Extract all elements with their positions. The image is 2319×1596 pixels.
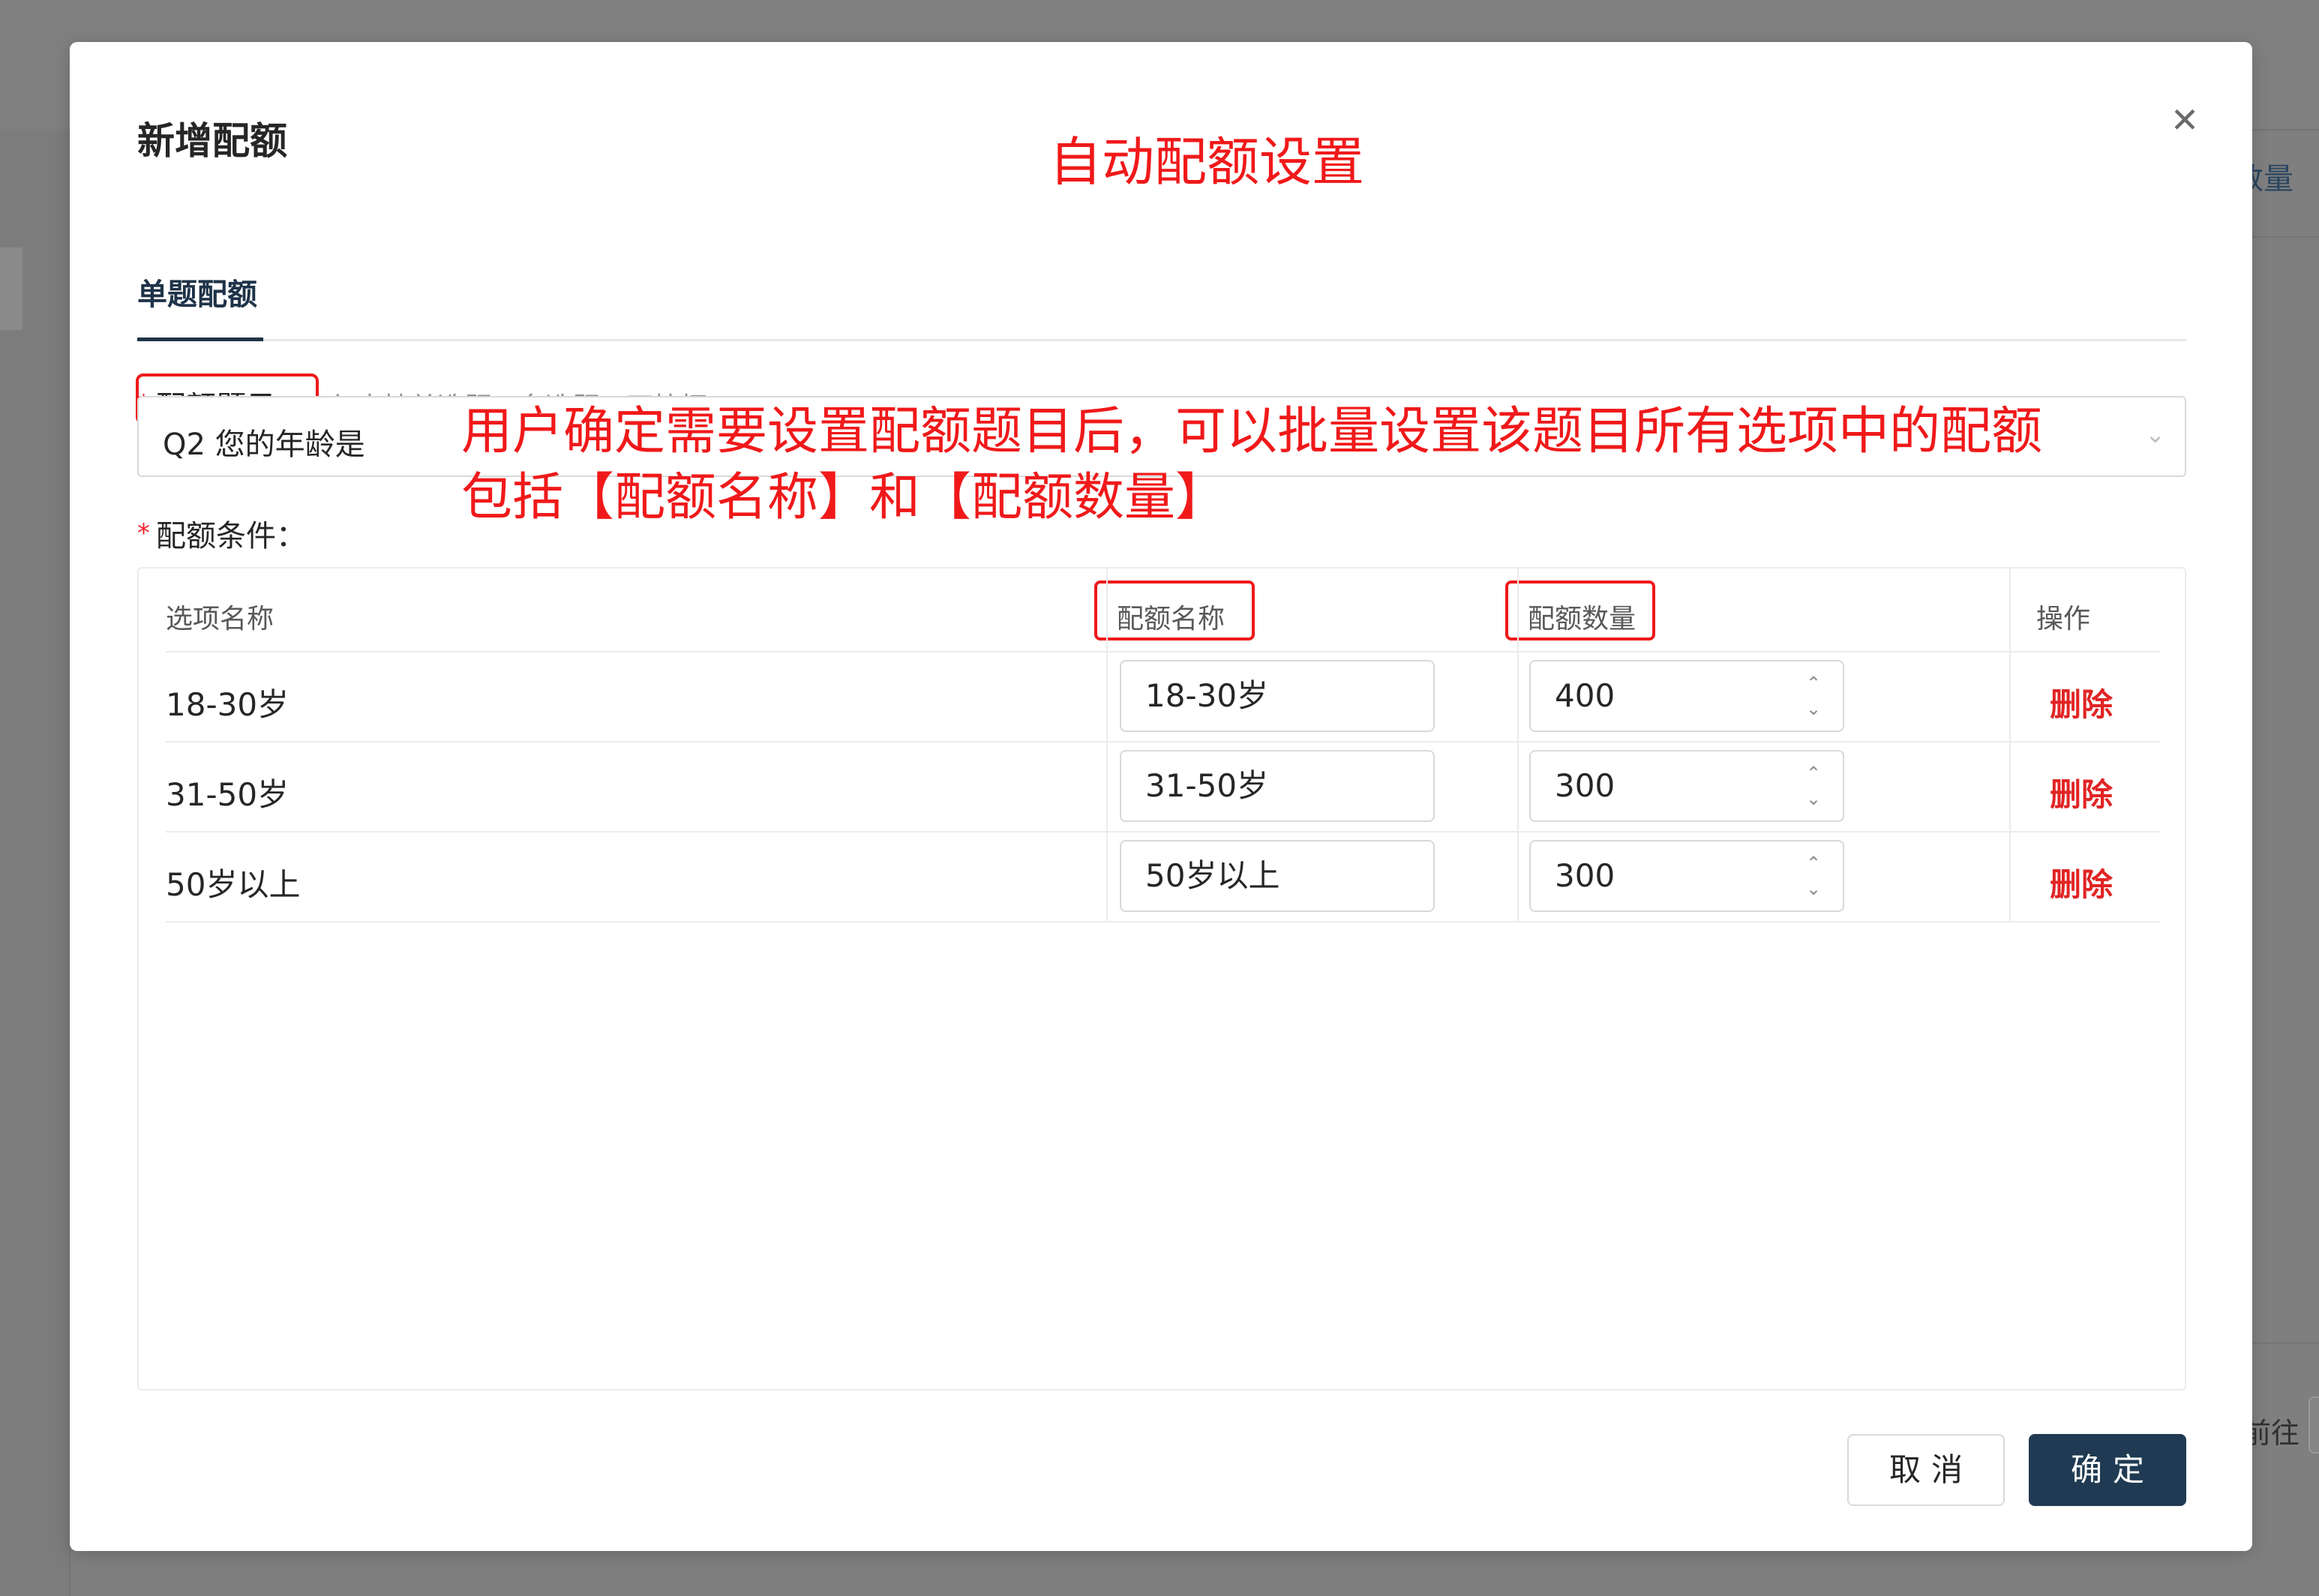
column-header-option-name: 选项名称 [166, 604, 274, 634]
stepper-controls: ⌃ ⌄ [1802, 672, 1825, 720]
chevron-up-icon[interactable]: ⌃ [1802, 762, 1825, 784]
quota-condition-table: 选项名称 配额名称 配额数量 操作 18-30岁 18-30岁 400 ⌃ ⌄ … [137, 567, 2186, 1390]
column-header-actions: 操作 [2036, 604, 2091, 634]
chevron-down-icon[interactable]: ⌄ [1802, 788, 1825, 810]
table-row: 18-30岁 18-30岁 400 ⌃ ⌄ 删除 [166, 651, 2161, 742]
background-divider [2253, 1342, 2319, 1344]
background-pagination-input [2308, 1396, 2319, 1454]
quota-count-value: 300 [1555, 857, 1616, 894]
table-row: 31-50岁 31-50岁 300 ⌃ ⌄ 删除 [166, 741, 2161, 832]
chevron-down-icon: ⌄ [2145, 420, 2165, 448]
column-header-quota-count: 配额数量 [1528, 604, 1636, 634]
column-header-quota-name: 配额名称 [1117, 604, 1226, 634]
table-header: 选项名称 配额名称 配额数量 操作 [166, 568, 2161, 652]
quota-count-value: 300 [1555, 767, 1616, 804]
delete-button[interactable]: 删除 [2050, 860, 2113, 905]
quota-name-input[interactable]: 50岁以上 [1120, 840, 1435, 912]
quota-count-stepper[interactable]: 300 ⌃ ⌄ [1529, 840, 1844, 912]
annotation-title: 自动配额设置 [1049, 131, 1364, 193]
add-quota-dialog: 新增配额 ✕ 自动配额设置 单题配额 * 配额题目： (仅支持单选题、多选题、下… [70, 42, 2252, 1551]
option-name-cell: 50岁以上 [166, 866, 301, 903]
cancel-button[interactable]: 取消 [1847, 1434, 2005, 1506]
quota-count-value: 400 [1555, 677, 1616, 714]
condition-label-text: 配额条件： [156, 519, 306, 554]
tab-single-question-quota[interactable]: 单题配额 [137, 270, 257, 314]
close-icon[interactable]: ✕ [2164, 99, 2206, 141]
chevron-down-icon[interactable]: ⌄ [1802, 698, 1825, 720]
quota-count-stepper[interactable]: 300 ⌃ ⌄ [1529, 750, 1844, 822]
background-sidebar [0, 129, 70, 1596]
annotation-line-2: 包括【配额名称】和【配额数量】 [461, 468, 1227, 527]
stepper-controls: ⌃ ⌄ [1802, 852, 1825, 900]
annotation-description: 用户确定需要设置配额题目后，可以批量设置该题目所有选项中的配额 包括【配额名称】… [461, 399, 2042, 531]
annotation-line-1: 用户确定需要设置配额题目后，可以批量设置该题目所有选项中的配额 [461, 402, 2043, 461]
delete-button[interactable]: 删除 [2050, 680, 2113, 725]
tab-bar: 单题配额 [137, 222, 2186, 341]
question-select-value: Q2 您的年龄是 [163, 428, 365, 462]
quota-name-input[interactable]: 18-30岁 [1120, 660, 1435, 732]
quota-name-input[interactable]: 31-50岁 [1120, 750, 1435, 822]
background-sidebar-item [0, 248, 22, 330]
delete-button[interactable]: 删除 [2050, 770, 2113, 815]
required-mark: * [137, 518, 150, 548]
table-row: 50岁以上 50岁以上 300 ⌃ ⌄ 删除 [166, 831, 2161, 922]
chevron-up-icon[interactable]: ⌃ [1802, 852, 1825, 874]
quota-count-stepper[interactable]: 400 ⌃ ⌄ [1529, 660, 1844, 732]
chevron-up-icon[interactable]: ⌃ [1802, 672, 1825, 694]
dialog-title: 新增配额 [137, 119, 287, 163]
active-tab-indicator [137, 338, 263, 341]
confirm-button[interactable]: 确定 [2029, 1434, 2186, 1506]
option-name-cell: 18-30岁 [166, 686, 290, 723]
stepper-controls: ⌃ ⌄ [1802, 762, 1825, 810]
condition-field-label: * 配额条件： [137, 507, 306, 560]
chevron-down-icon[interactable]: ⌄ [1802, 878, 1825, 900]
option-name-cell: 31-50岁 [166, 776, 290, 813]
